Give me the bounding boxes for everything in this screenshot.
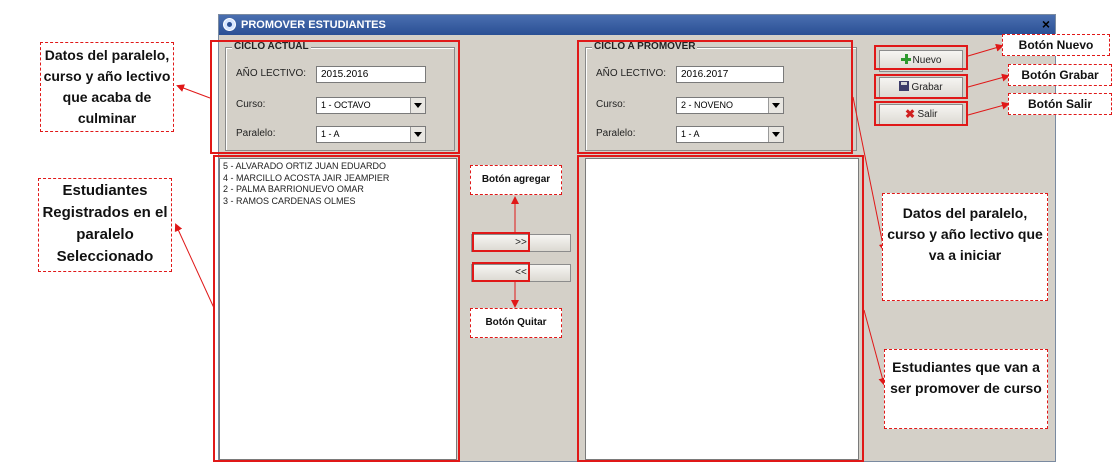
callout-boton-grabar: Botón Grabar (1008, 64, 1112, 86)
arrow-datos-actual (176, 84, 211, 99)
arrow-boton-nuevo (967, 43, 1004, 57)
callout-boton-agregar: Botón agregar (470, 165, 562, 195)
callout-boton-nuevo: Botón Nuevo (1002, 34, 1110, 56)
callout-boton-salir: Botón Salir (1008, 93, 1112, 115)
callout-boton-quitar: Botón Quitar (470, 308, 562, 338)
arrow-estudiantes-registrados (174, 223, 215, 309)
arrow-datos-promover (852, 96, 887, 252)
callout-datos-promover: Datos del paralelo, curso y año lectivo … (882, 193, 1048, 301)
callout-estudiantes-promover: Estudiantes que van a ser promover de cu… (884, 349, 1048, 429)
arrow-boton-grabar (967, 73, 1010, 88)
callout-datos-actual: Datos del paralelo, curso y año lectivo … (40, 42, 174, 132)
arrow-estudiantes-promover (863, 309, 887, 386)
arrow-boton-salir (967, 101, 1010, 116)
callout-estudiantes-registrados: Estudiantes Registrados en el paralelo S… (38, 178, 172, 272)
